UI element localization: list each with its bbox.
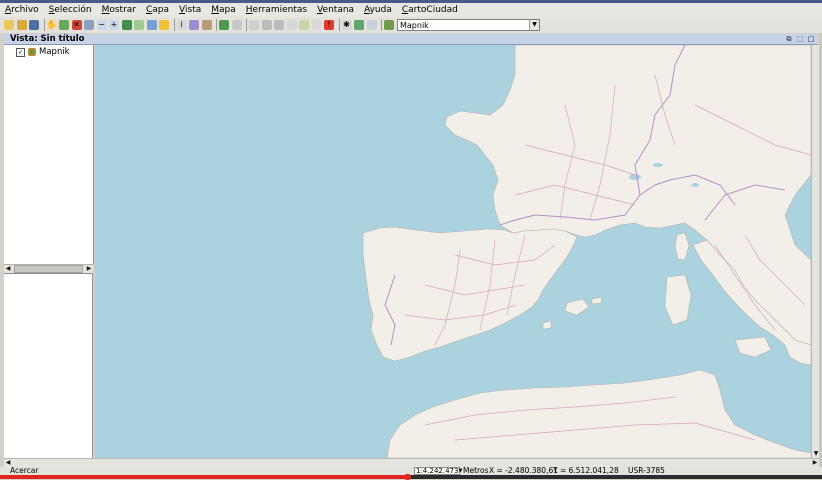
layer-select-value: Mapnik [400,20,429,30]
menu-mapa[interactable]: Mapa [206,3,241,17]
y-coordinate: Y = 6.512.041,28 [553,467,619,475]
print-icon[interactable] [201,20,212,30]
zoom-cancel-icon[interactable]: ✕ [71,20,82,30]
toc-panel: ✓ Mapnik [4,45,94,264]
menu-ayuda[interactable]: Ayuda [359,3,397,17]
menu-archivo[interactable]: Archivo [0,3,44,17]
scale-value: 1:4.242.473 [416,467,459,475]
restore-icon[interactable]: ⬚ [796,35,804,43]
units-label: Metros [463,467,489,475]
video-progress-strip [0,474,822,480]
select-by-layer-icon[interactable] [299,20,309,30]
layer-visibility-checkbox[interactable]: ✓ [16,47,25,57]
menu-herramientas[interactable]: Herramientas [241,3,312,17]
invert-selection-icon[interactable] [311,20,322,30]
chevron-down-icon[interactable]: ▼ [529,20,539,30]
previous-view-icon[interactable] [134,20,144,30]
chevron-down-icon[interactable]: ▼ [458,467,462,475]
menubar: Archivo Selección Mostrar Capa Vista Mapa Herr… [0,3,822,17]
scroll-left-icon[interactable]: ◀ [4,265,12,273]
menu-vista[interactable]: Vista [174,3,206,17]
crs-label: USR-3785 [628,467,665,475]
view-titlebar: Vista: Sin título ⧉ ⬚ □ [4,34,818,45]
layer-name[interactable]: Mapnik [39,47,70,57]
toolbar-separator [173,19,175,31]
menu-cartociudad[interactable]: CartoCiudad [397,3,463,17]
edit-layer-icon[interactable] [384,20,394,30]
toolbar-separator [246,19,247,31]
toolbar-separator [216,19,217,31]
georeference-icon[interactable] [354,20,364,30]
zoom-full-icon[interactable] [59,20,69,30]
toolbar-separator [43,19,45,31]
zoom-to-layer-icon[interactable] [84,20,94,30]
select-polygon-icon[interactable] [261,20,272,30]
layer-select[interactable]: Mapnik ▼ [397,19,540,31]
layers-icon[interactable] [121,20,132,30]
hyperlink-icon[interactable] [219,20,229,30]
pan-hand-icon[interactable]: ✋ [46,20,57,30]
open-folder-icon[interactable] [16,20,27,30]
menu-mostrar[interactable]: Mostrar [97,3,141,17]
menu-capa[interactable]: Capa [141,3,174,17]
progress-fill [0,475,406,479]
menu-seleccion[interactable]: Selección [44,3,97,17]
toc-horizontal-scrollbar[interactable]: ◀ ▶ [4,264,93,273]
select-icon[interactable] [231,20,242,30]
menu-ventana[interactable]: Ventana [312,3,359,17]
zoom-in-icon[interactable]: + [109,20,119,30]
locator-panel [4,273,93,458]
table-icon[interactable] [366,20,377,30]
maximize-icon[interactable]: □ [807,35,815,43]
toolbar-separator [338,19,340,31]
status-message: Acercar [10,467,39,475]
raster-layer-icon [28,48,36,56]
scale-combo[interactable]: 1:4.242.473 ▼ [414,467,462,475]
zoom-out-icon[interactable]: − [96,20,107,30]
scroll-right-icon[interactable]: ▶ [811,459,819,467]
info-icon[interactable]: i [176,20,187,30]
view-title: Vista: Sin título [10,34,85,44]
measure-area-icon[interactable] [159,20,169,30]
select-circle-icon[interactable] [274,20,284,30]
undock-icon[interactable]: ⧉ [785,35,793,43]
select-point-icon[interactable] [249,20,259,30]
scroll-right-icon[interactable]: ▶ [85,265,93,273]
map-horizontal-scrollbar[interactable]: ◀ ▶ [4,458,819,467]
new-document-icon[interactable] [4,20,14,30]
save-icon[interactable] [29,20,39,30]
x-coordinate: X = -2.480.380,61 [489,467,558,475]
progress-knob[interactable] [404,474,411,480]
map-canvas[interactable] [95,45,811,458]
locator-icon[interactable] [146,20,157,30]
toolbar-separator [381,19,382,31]
stop-icon[interactable]: ! [324,20,334,30]
query-icon[interactable] [189,20,199,30]
toc-layer-row[interactable]: ✓ Mapnik [16,47,70,57]
statusbar: Acercar 1:4.242.473 ▼ Metros X = -2.480.… [0,467,822,475]
scroll-thumb[interactable] [14,265,83,273]
map-vertical-scrollbar[interactable]: ▼ [811,45,819,458]
tools-icon[interactable]: ✱ [341,20,352,30]
map-image [95,45,811,458]
scroll-left-icon[interactable]: ◀ [4,459,12,467]
select-buffer-icon[interactable] [286,20,297,30]
